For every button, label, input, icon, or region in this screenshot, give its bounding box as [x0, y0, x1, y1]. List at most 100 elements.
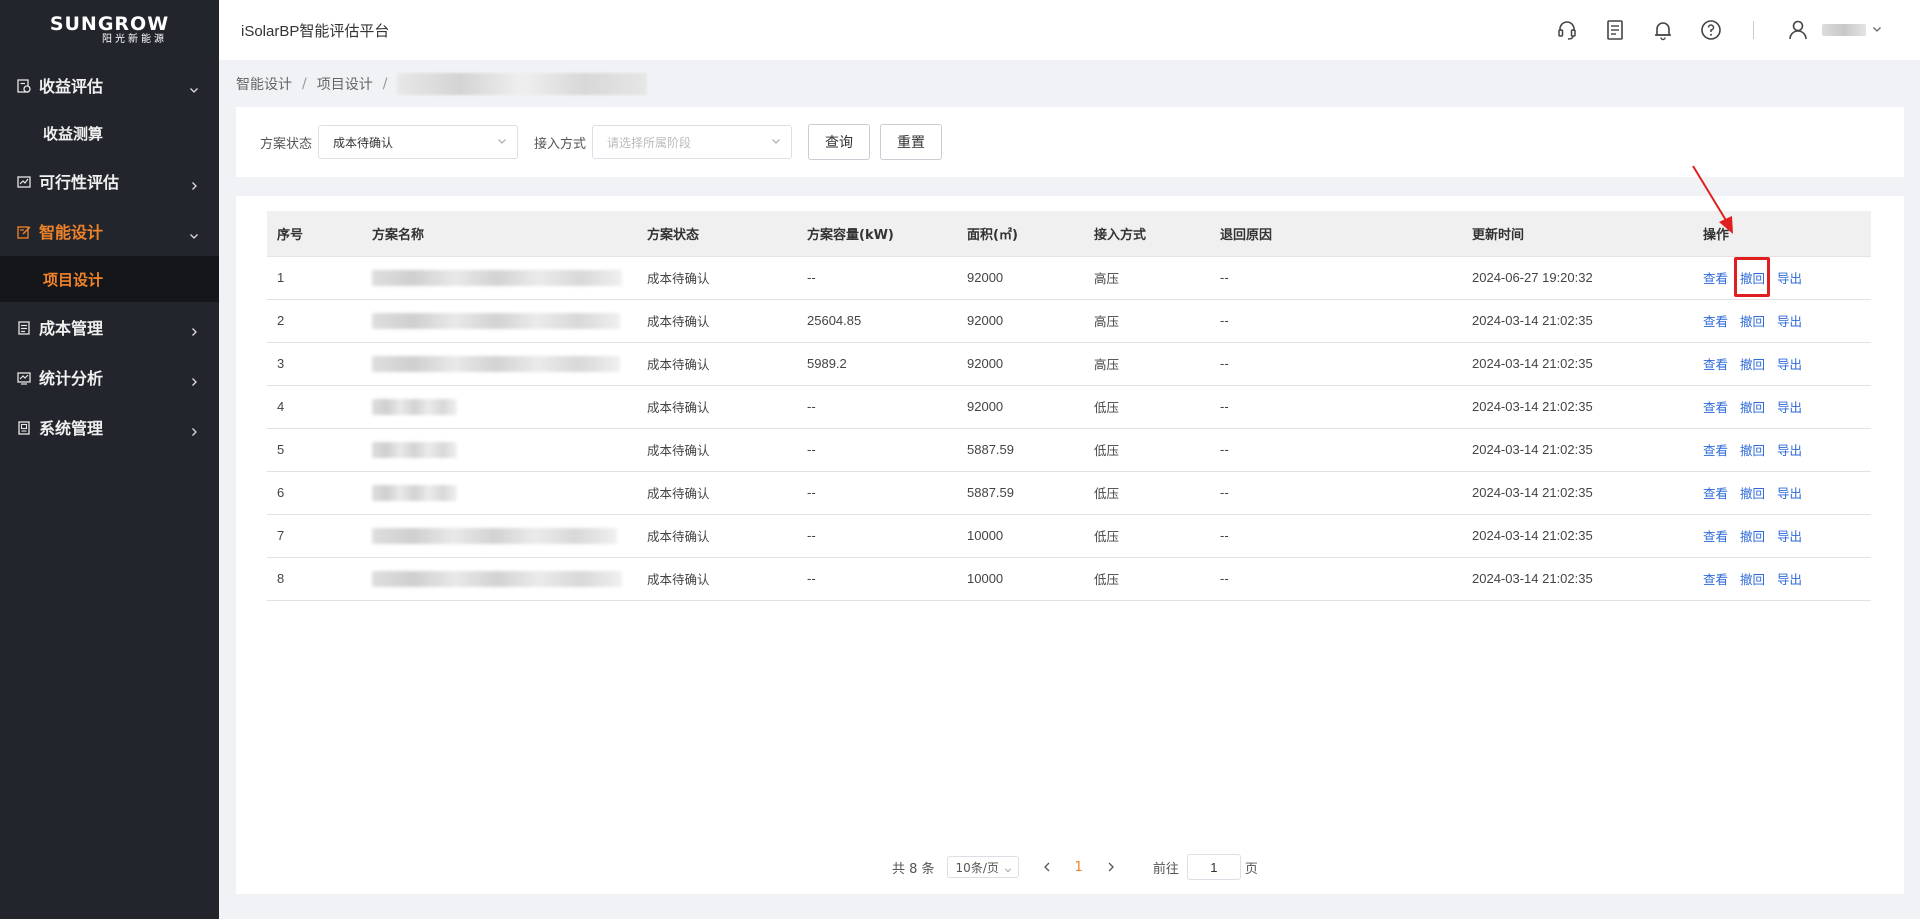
column-header: 更新时间	[1462, 211, 1693, 257]
filter-bar: 方案状态 成本待确认 接入方式 请选择所属阶段 查询 重置	[236, 107, 1904, 177]
table-row: 8 成本待确认 -- 10000 低压 -- 2024-03-14 21:02:35 查看 撤回…	[267, 557, 1871, 601]
reason-cell: --	[1210, 299, 1462, 343]
export-link[interactable]: 导出	[1777, 572, 1802, 587]
access-cell: 低压	[1084, 385, 1210, 429]
view-link[interactable]: 查看	[1703, 271, 1728, 286]
sungrow-logo: SUNGROW 阳光新能源	[0, 0, 219, 60]
sidebar-item-smart-design[interactable]: 智能设计	[0, 206, 219, 256]
sidebar-item-cost-management[interactable]: 成本管理	[0, 302, 219, 352]
system-icon	[17, 420, 31, 435]
chevron-down-icon[interactable]	[1872, 23, 1882, 38]
row-index-cell: 3	[267, 342, 362, 386]
bell-icon[interactable]	[1651, 18, 1675, 42]
sidebar-item-feasibility-evaluation[interactable]: 可行性评估	[0, 156, 219, 206]
scheme-name-redacted	[372, 527, 617, 544]
withdraw-link[interactable]: 撤回	[1740, 271, 1765, 286]
table-row: 7 成本待确认 -- 10000 低压 -- 2024-03-14 21:02:35 查看 撤回…	[267, 514, 1871, 558]
scheme-name-redacted	[372, 269, 622, 286]
view-link[interactable]: 查看	[1703, 400, 1728, 415]
export-link[interactable]: 导出	[1777, 271, 1802, 286]
column-header: 退回原因	[1210, 211, 1462, 257]
withdraw-link[interactable]: 撤回	[1740, 529, 1765, 544]
query-button[interactable]: 查询	[808, 124, 871, 160]
withdraw-link[interactable]: 撤回	[1740, 443, 1765, 458]
withdraw-link[interactable]: 撤回	[1740, 357, 1765, 372]
user-name-redacted[interactable]	[1822, 24, 1866, 36]
status-cell: 成本待确认	[637, 385, 797, 429]
export-link[interactable]: 导出	[1777, 357, 1802, 372]
scheme-table: 序号 方案名称 方案状态 方案容量(kW) 面积(㎡) 接入方式 退回原因 更新…	[267, 211, 1871, 601]
row-index-cell: 1	[267, 256, 362, 300]
scheme-name-redacted	[372, 398, 457, 415]
prev-page-button[interactable]	[1041, 862, 1053, 872]
breadcrumb-item[interactable]: 项目设计	[317, 74, 373, 94]
user-avatar-icon[interactable]	[1786, 18, 1810, 42]
document-icon[interactable]	[1603, 18, 1627, 42]
chevron-right-icon	[189, 176, 199, 190]
reason-cell: --	[1210, 471, 1462, 515]
capacity-cell: --	[797, 385, 957, 429]
help-icon[interactable]	[1699, 18, 1723, 42]
chevron-down-icon	[1004, 863, 1012, 877]
scheme-name-cell	[362, 428, 637, 472]
page-size-select[interactable]: 10条/页	[946, 856, 1019, 878]
updated-time-cell: 2024-03-14 21:02:35	[1462, 342, 1693, 386]
access-select[interactable]: 请选择所属阶段	[592, 125, 793, 159]
table-row: 5 成本待确认 -- 5887.59 低压 -- 2024-03-14 21:02:35 查看…	[267, 428, 1871, 472]
area-cell: 92000	[957, 299, 1084, 343]
breadcrumb-current-redacted	[397, 73, 648, 95]
view-link[interactable]: 查看	[1703, 357, 1728, 372]
scheme-name-redacted	[372, 355, 620, 372]
capacity-cell: --	[797, 557, 957, 601]
status-cell: 成本待确认	[637, 557, 797, 601]
sidebar-item-label: 统计分析	[39, 369, 104, 388]
withdraw-link[interactable]: 撤回	[1740, 572, 1765, 587]
status-select[interactable]: 成本待确认	[318, 125, 519, 159]
scheme-name-cell	[362, 299, 637, 343]
page-suffix: 页	[1244, 861, 1258, 877]
reset-button[interactable]: 重置	[880, 124, 943, 160]
actions-cell: 查看 撤回 导出	[1693, 342, 1871, 386]
withdraw-link[interactable]: 撤回	[1740, 314, 1765, 329]
goto-page-input[interactable]	[1186, 854, 1241, 880]
view-link[interactable]: 查看	[1703, 486, 1728, 501]
updated-time-cell: 2024-03-14 21:02:35	[1462, 299, 1693, 343]
scheme-name-cell	[362, 471, 637, 515]
export-link[interactable]: 导出	[1777, 314, 1802, 329]
sidebar-item-system-management[interactable]: 系统管理	[0, 402, 219, 452]
actions-cell: 查看 撤回 导出	[1693, 557, 1871, 601]
capacity-cell: --	[797, 514, 957, 558]
sidebar-subitem-project-design[interactable]: 项目设计	[0, 256, 219, 302]
export-link[interactable]: 导出	[1777, 400, 1802, 415]
headset-support-icon[interactable]	[1555, 18, 1579, 42]
breadcrumb-item[interactable]: 智能设计	[236, 74, 292, 94]
sidebar-subitem-revenue-calculation[interactable]: 收益测算	[0, 110, 219, 156]
scheme-name-redacted	[372, 484, 457, 501]
reason-cell: --	[1210, 514, 1462, 558]
sidebar-subitem-label: 收益测算	[43, 124, 104, 143]
view-link[interactable]: 查看	[1703, 572, 1728, 587]
export-link[interactable]: 导出	[1777, 443, 1802, 458]
sidebar-item-statistics[interactable]: 统计分析	[0, 352, 219, 402]
updated-time-cell: 2024-03-14 21:02:35	[1462, 557, 1693, 601]
view-link[interactable]: 查看	[1703, 529, 1728, 544]
view-link[interactable]: 查看	[1703, 314, 1728, 329]
withdraw-highlight: 撤回	[1734, 257, 1777, 297]
withdraw-link[interactable]: 撤回	[1740, 486, 1765, 501]
total-count: 共 8 条	[892, 861, 935, 877]
goto-label: 前往	[1152, 861, 1179, 877]
view-link[interactable]: 查看	[1703, 443, 1728, 458]
capacity-cell: --	[797, 256, 957, 300]
export-link[interactable]: 导出	[1777, 486, 1802, 501]
area-cell: 92000	[957, 385, 1084, 429]
page-number-current[interactable]: 1	[1075, 860, 1083, 875]
sidebar-item-revenue-evaluation[interactable]: 收益评估	[0, 60, 219, 110]
next-page-button[interactable]	[1105, 862, 1117, 872]
actions-cell: 查看 撤回 导出	[1693, 471, 1871, 515]
export-link[interactable]: 导出	[1777, 529, 1802, 544]
scheme-name-redacted	[372, 441, 457, 458]
chevron-right-icon	[189, 422, 199, 436]
withdraw-link[interactable]: 撤回	[1740, 400, 1765, 415]
app-title: iSolarBP智能评估平台	[241, 22, 390, 40]
chevron-down-icon	[189, 226, 199, 239]
